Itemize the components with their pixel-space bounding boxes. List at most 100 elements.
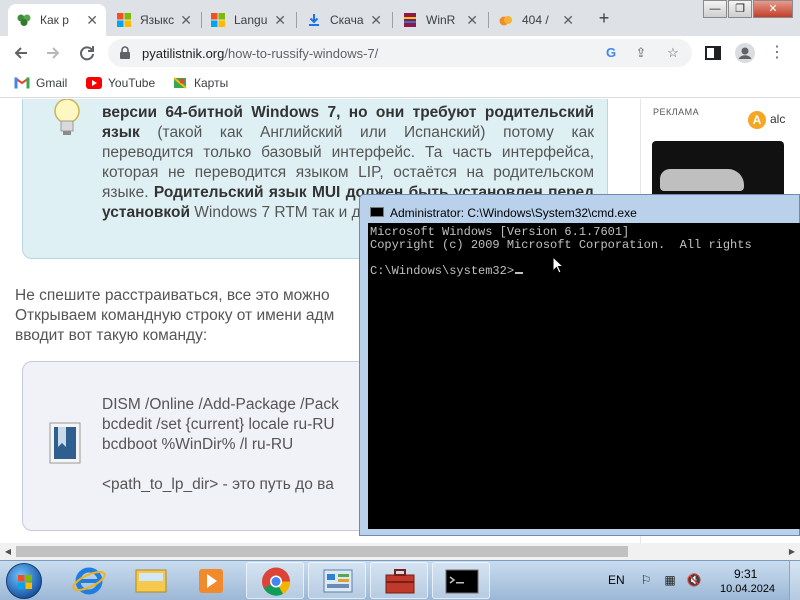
tab-title: Скача	[330, 13, 364, 27]
bookmarks-bar: Gmail YouTube Карты	[0, 70, 800, 98]
start-button[interactable]	[6, 563, 42, 599]
tab-divider	[296, 12, 297, 28]
tab-language[interactable]: Языкс ✕	[108, 4, 200, 36]
console-line: Copyright (c) 2009 Microsoft Corporation…	[370, 238, 752, 252]
close-window-button[interactable]: ✕	[753, 0, 793, 18]
tab-language-packs[interactable]: Langu ✕	[202, 4, 294, 36]
taskbar-media-player[interactable]	[182, 562, 240, 599]
explorer-icon	[135, 569, 167, 593]
arrow-left-icon	[14, 47, 27, 59]
close-icon[interactable]: ✕	[370, 12, 382, 29]
menu-button[interactable]: ⋮	[766, 42, 788, 64]
url-text: pyatilistnik.org/how-to-russify-windows-…	[142, 46, 378, 61]
cmd-icon	[445, 569, 479, 594]
show-desktop-button[interactable]	[789, 561, 800, 600]
volume-muted-icon[interactable]: 🔇	[686, 572, 702, 588]
share-icon[interactable]: ⇪	[632, 44, 650, 62]
clock-date[interactable]: 10.04.2024	[720, 583, 775, 595]
bookmark-youtube[interactable]: YouTube	[86, 76, 155, 90]
close-icon[interactable]: ✕	[466, 12, 478, 29]
network-icon[interactable]: ▦	[662, 572, 678, 588]
tab-winrar[interactable]: WinR ✕	[394, 4, 486, 36]
scroll-left-icon[interactable]: ◀	[0, 543, 16, 560]
ad-advertiser-name: alc	[770, 112, 786, 126]
cmd-console[interactable]: Microsoft Windows [Version 6.1.7601] Cop…	[368, 223, 800, 529]
cmd-icon	[370, 207, 384, 217]
flag-icon[interactable]: ⚐	[638, 572, 654, 588]
download-icon	[309, 14, 319, 26]
new-tab-button[interactable]: +	[594, 8, 614, 29]
scroll-right-icon[interactable]: ▶	[784, 543, 800, 560]
clock-time[interactable]: 9:31	[734, 567, 757, 581]
clover-icon	[17, 14, 31, 26]
taskbar-control-panel[interactable]	[308, 562, 366, 599]
toolbox-icon	[385, 569, 415, 594]
cmd-titlebar[interactable]: Administrator: C:\Windows\System32\cmd.e…	[360, 195, 800, 223]
minimize-button[interactable]: —	[703, 0, 727, 18]
media-player-icon	[199, 569, 223, 593]
text-cursor	[515, 272, 524, 274]
tab-strip: Как р ✕ Языкс ✕ Langu ✕ Скача ✕ WinR ✕ 4…	[0, 0, 800, 36]
close-icon[interactable]: ✕	[180, 12, 192, 29]
kebab-menu-icon: ⋮	[769, 44, 785, 61]
console-line: Microsoft Windows [Version 6.1.7601]	[370, 225, 630, 239]
mouse-pointer-icon	[552, 256, 564, 274]
taskbar-cmd[interactable]	[432, 562, 490, 599]
taskbar-explorer[interactable]	[122, 562, 180, 599]
profile-button[interactable]	[734, 42, 756, 64]
bookmark-star-icon[interactable]: ☆	[664, 44, 682, 62]
close-icon[interactable]: ✕	[274, 12, 286, 29]
book-icon	[49, 422, 81, 464]
taskbar-chrome[interactable]	[246, 562, 304, 599]
address-bar[interactable]: pyatilistnik.org/how-to-russify-windows-…	[108, 39, 692, 67]
maximize-button[interactable]: ❐	[728, 0, 752, 18]
taskbar-ie[interactable]	[60, 562, 118, 599]
chrome-icon	[262, 567, 291, 596]
console-prompt: C:\Windows\system32>	[370, 264, 515, 278]
gmail-icon	[14, 77, 30, 89]
side-panel-icon	[705, 46, 721, 60]
ie-icon	[72, 567, 106, 595]
reload-button[interactable]	[76, 42, 98, 64]
flame-icon	[499, 16, 512, 26]
taskbar-toolbox[interactable]	[370, 562, 428, 599]
lightbulb-icon	[54, 99, 80, 135]
console-prompt-line: C:\Windows\system32>	[370, 264, 524, 278]
back-button[interactable]	[10, 42, 32, 64]
horizontal-scrollbar[interactable]: ◀ ▶	[0, 543, 800, 560]
tab-title: Языкс	[140, 13, 175, 27]
car-image	[660, 169, 744, 191]
close-icon[interactable]: ✕	[562, 12, 574, 29]
scrollbar-thumb[interactable]	[16, 546, 628, 557]
command-note: <path_to_lp_dir> - это путь до ва	[102, 476, 334, 493]
windows-logo-icon	[117, 13, 131, 27]
lock-icon	[120, 46, 130, 59]
tab-download[interactable]: Скача ✕	[298, 4, 390, 36]
bookmark-gmail[interactable]: Gmail	[14, 76, 67, 90]
windows-flag-icon	[18, 575, 32, 589]
ad-label: РЕКЛАМА	[653, 107, 700, 117]
tab-title: Как р	[40, 13, 69, 27]
language-indicator[interactable]: EN	[608, 573, 625, 587]
ad-avatar: A	[748, 111, 766, 129]
command-text: DISM /Online /Add-Package /Pack bcdedit …	[102, 395, 339, 495]
bookmark-label: YouTube	[108, 76, 156, 90]
ad-image[interactable]	[652, 141, 784, 201]
tab-title: Langu	[234, 13, 268, 27]
close-icon[interactable]: ✕	[86, 12, 98, 29]
bookmark-maps[interactable]: Карты	[172, 76, 228, 90]
cmd-window[interactable]: Administrator: C:\Windows\System32\cmd.e…	[359, 194, 800, 536]
side-panel-button[interactable]	[702, 42, 724, 64]
windows-logo-icon	[211, 13, 225, 27]
tab-how-to-russify[interactable]: Как р ✕	[8, 4, 106, 36]
winrar-icon	[404, 13, 416, 27]
bookmark-label: Карты	[194, 76, 229, 90]
command-line: bcdboot %WinDir% /l ru-RU	[102, 436, 294, 453]
cmd-title: Administrator: C:\Windows\System32\cmd.e…	[390, 206, 637, 220]
url-path: /how-to-russify-windows-7/	[224, 46, 379, 61]
tab-404[interactable]: 404 / ✕	[490, 4, 582, 36]
avatar-icon	[735, 43, 755, 63]
command-line: DISM /Online /Add-Package /Pack	[102, 396, 339, 413]
forward-button[interactable]	[42, 42, 64, 64]
google-translate-icon[interactable]: G	[602, 44, 620, 62]
